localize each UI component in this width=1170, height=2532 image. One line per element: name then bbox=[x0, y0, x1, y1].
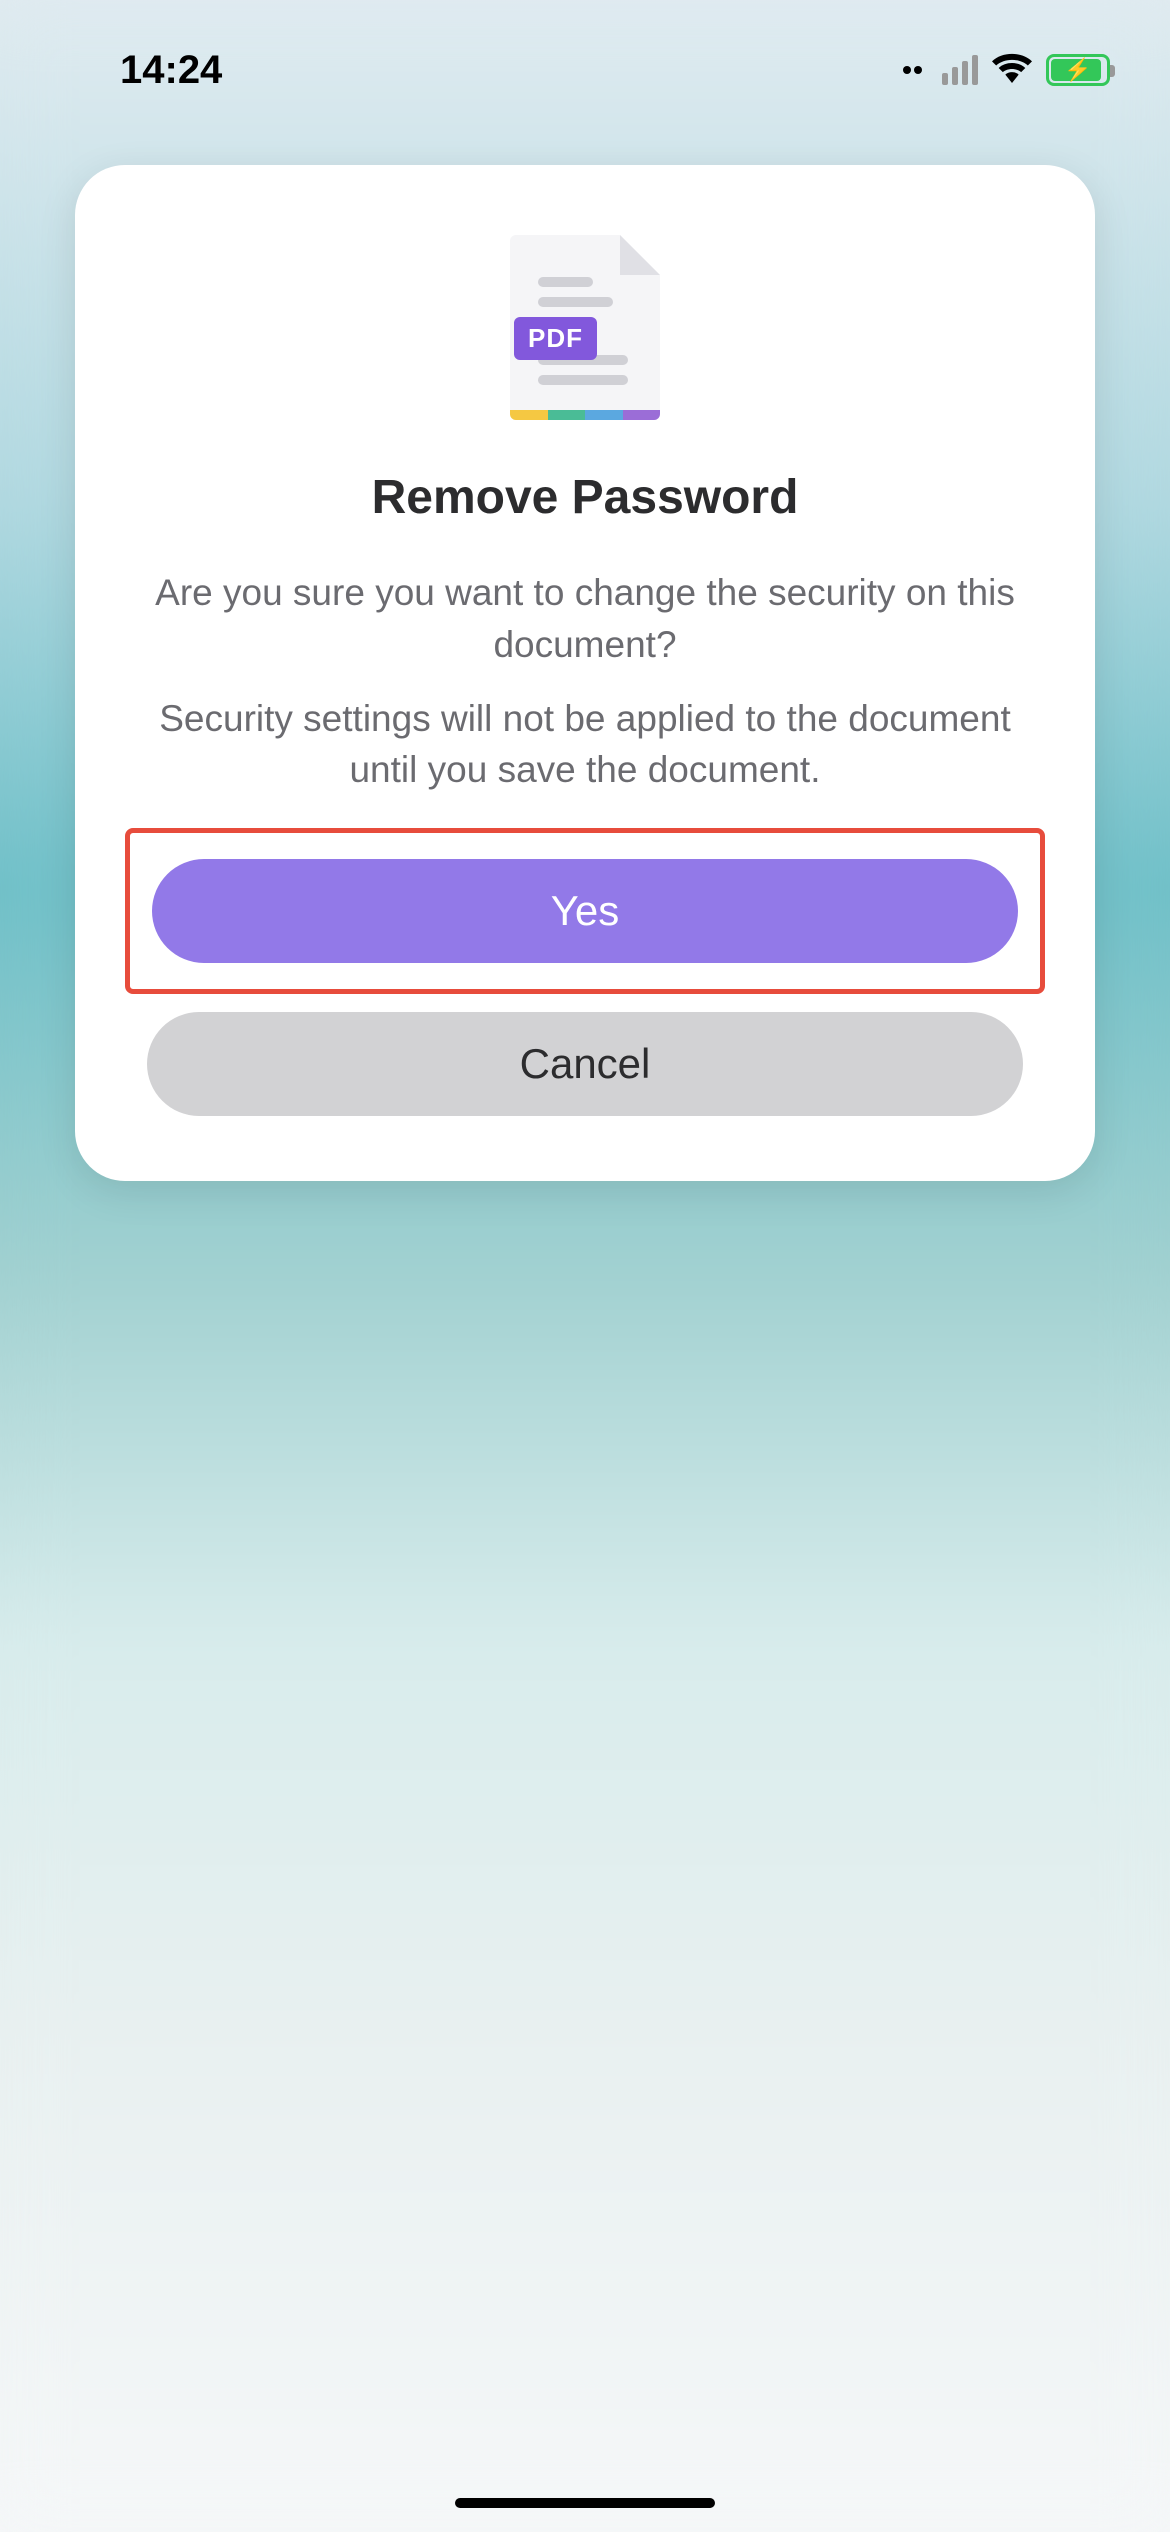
remove-password-dialog: PDF Remove Password Are you sure you wan… bbox=[75, 165, 1095, 1181]
battery-charging-icon: ⚡ bbox=[1046, 54, 1110, 86]
pdf-document-icon: PDF bbox=[510, 235, 660, 420]
pdf-badge-label: PDF bbox=[514, 317, 597, 360]
yes-button[interactable]: Yes bbox=[152, 859, 1018, 963]
dialog-message-2: Security settings will not be applied to… bbox=[125, 693, 1045, 797]
status-icons: ⚡ bbox=[903, 52, 1110, 89]
dialog-title: Remove Password bbox=[125, 470, 1045, 525]
app-switcher-dots-icon bbox=[903, 66, 922, 74]
cellular-signal-icon bbox=[942, 55, 978, 85]
home-indicator[interactable] bbox=[455, 2498, 715, 2508]
status-bar: 14:24 ⚡ bbox=[0, 0, 1170, 140]
highlighted-region: Yes bbox=[125, 828, 1045, 994]
cancel-button[interactable]: Cancel bbox=[147, 1012, 1023, 1116]
wifi-icon bbox=[992, 52, 1032, 89]
status-time: 14:24 bbox=[120, 48, 222, 93]
dialog-message-1: Are you sure you want to change the secu… bbox=[125, 567, 1045, 671]
